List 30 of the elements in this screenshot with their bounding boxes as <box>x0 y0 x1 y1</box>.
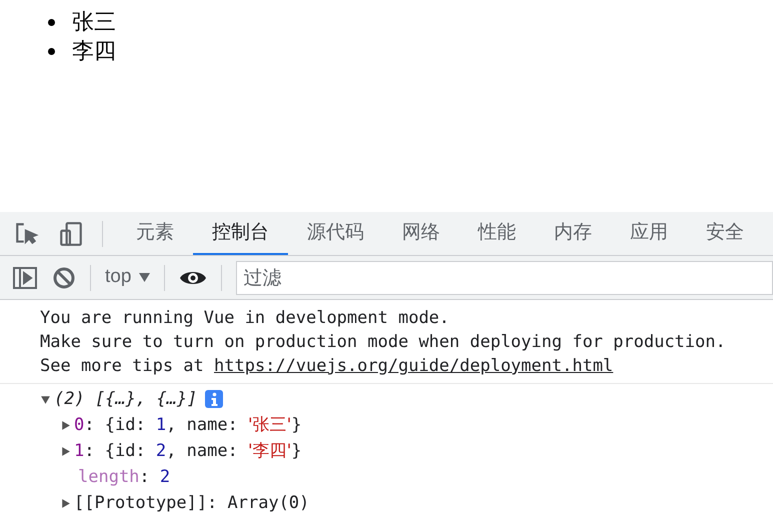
array-summary: (2) [{…}, {…}] <box>54 388 198 411</box>
context-dropdown[interactable]: top <box>105 263 150 292</box>
device-icon[interactable] <box>58 220 84 246</box>
clear-icon[interactable] <box>52 266 76 290</box>
devtools-tab[interactable]: 源代码 <box>288 212 383 255</box>
console-entry: length: 2 <box>78 466 170 489</box>
devtools-tab[interactable]: 元素 <box>117 212 193 255</box>
console-entry: [[Prototype]]: Array(0) <box>74 492 310 515</box>
list-item: 张三 <box>72 9 116 37</box>
console-entry: 1: {id: 2, name: '李四'} <box>74 440 302 463</box>
caret-icon <box>139 273 150 282</box>
inspect-icon[interactable] <box>14 220 40 246</box>
disclosure-triangle-icon[interactable] <box>60 446 71 456</box>
filter-field[interactable]: 过滤 <box>236 260 773 294</box>
devtools-tab[interactable]: 内存 <box>535 212 611 255</box>
devtools-tab[interactable]: 应用 <box>611 212 687 255</box>
disclosure-triangle-icon[interactable] <box>60 420 71 430</box>
sidebar-toggle-icon[interactable] <box>12 266 38 290</box>
info-icon <box>205 390 224 408</box>
list-item: 李四 <box>72 38 116 66</box>
bullet-icon <box>48 19 55 26</box>
devtools-tab[interactable]: 网络 <box>383 212 459 255</box>
deployment-link[interactable]: https://vuejs.org/guide/deployment.html <box>214 356 614 376</box>
devtools-tab[interactable]: 性能 <box>459 212 535 255</box>
devtools-tab[interactable]: 安全 <box>687 212 763 255</box>
console-message: You are running Vue in development mode. Make sure to turn on production mode when deploying for production. See more tips at https://vuejs.org/guide/deployment.html <box>0 300 773 384</box>
bullet-icon <box>48 48 55 55</box>
disclosure-triangle-icon[interactable] <box>40 394 51 404</box>
console-entry: 0: {id: 1, name: '张三'} <box>74 414 302 437</box>
disclosure-triangle-icon[interactable] <box>60 498 71 508</box>
